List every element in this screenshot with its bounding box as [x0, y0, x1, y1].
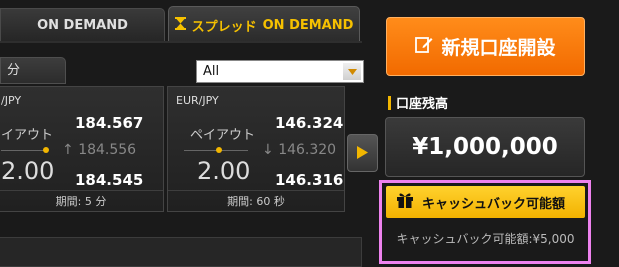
- pair-label: /JPY: [1, 94, 22, 107]
- payout-slider-dot: [216, 147, 222, 153]
- payout-slider-track: [1, 150, 45, 151]
- panel-footer: 期間: 60 秒: [168, 190, 344, 213]
- hourglass-icon: [174, 16, 186, 34]
- payout-value: 2.00: [1, 157, 55, 185]
- mid-price: 146.320: [278, 142, 337, 158]
- payout-label: イアウト: [1, 128, 54, 143]
- tab-divider: [0, 41, 362, 43]
- mid-price: 184.556: [78, 142, 137, 158]
- next-panel-button[interactable]: [347, 134, 378, 172]
- cashback-title: キャッシュバック可能額: [422, 196, 566, 212]
- accent-bar: [388, 95, 391, 110]
- mid-price-row: ↑ 184.556: [62, 142, 136, 158]
- cashback-button[interactable]: キャッシュバック可能額: [386, 186, 585, 218]
- low-price[interactable]: 146.316: [275, 171, 343, 189]
- filter-select-value: All: [203, 64, 220, 79]
- tab-spread-suffix: ON DEMAND: [262, 17, 354, 33]
- up-arrow-icon: ↑: [62, 142, 74, 158]
- pair-label: EUR/JPY: [176, 94, 219, 107]
- down-arrow-icon: ↓: [262, 142, 274, 158]
- rate-panel-2[interactable]: EUR/JPY ペイアウト 2.00 146.324 ↓ 146.320 146…: [167, 86, 345, 212]
- gift-icon: [396, 191, 414, 213]
- balance-value: ¥1,000,000: [412, 134, 558, 160]
- rate-panel-1[interactable]: /JPY イアウト 2.00 184.567 ↑ 184.556 184.545…: [0, 86, 164, 212]
- payout-label: ペイアウト: [190, 128, 256, 143]
- tab-on-demand-label: ON DEMAND: [37, 17, 128, 33]
- balance-label: 口座残高: [396, 97, 449, 112]
- lower-panel: [0, 237, 362, 267]
- high-price[interactable]: 184.567: [75, 114, 143, 132]
- period-value: 分: [7, 63, 21, 78]
- cashback-amount: キャッシュバック可能額:¥5,000: [396, 232, 575, 246]
- balance-heading: 口座残高: [388, 93, 448, 112]
- low-price[interactable]: 184.545: [75, 171, 143, 189]
- balance-display: ¥1,000,000: [385, 117, 585, 177]
- panel-footer: 期間: 5 分: [0, 190, 163, 213]
- edit-icon: [415, 35, 433, 58]
- payout-slider-dot: [43, 147, 49, 153]
- payout-value: 2.00: [197, 157, 251, 185]
- mid-price-row: ↓ 146.320: [262, 142, 336, 158]
- chevron-down-icon[interactable]: [343, 63, 361, 80]
- play-arrow-icon: [357, 144, 368, 163]
- tab-spread-on-demand[interactable]: スプレッド ON DEMAND: [168, 6, 360, 43]
- open-account-label: 新規口座開設: [441, 37, 556, 59]
- tab-spread-prefix: スプレッド: [191, 19, 257, 35]
- high-price[interactable]: 146.324: [275, 114, 343, 132]
- tab-on-demand[interactable]: ON DEMAND: [0, 8, 165, 41]
- filter-select[interactable]: All: [196, 60, 364, 83]
- open-account-button[interactable]: 新規口座開設: [386, 17, 585, 76]
- period-selector[interactable]: 分: [0, 57, 66, 84]
